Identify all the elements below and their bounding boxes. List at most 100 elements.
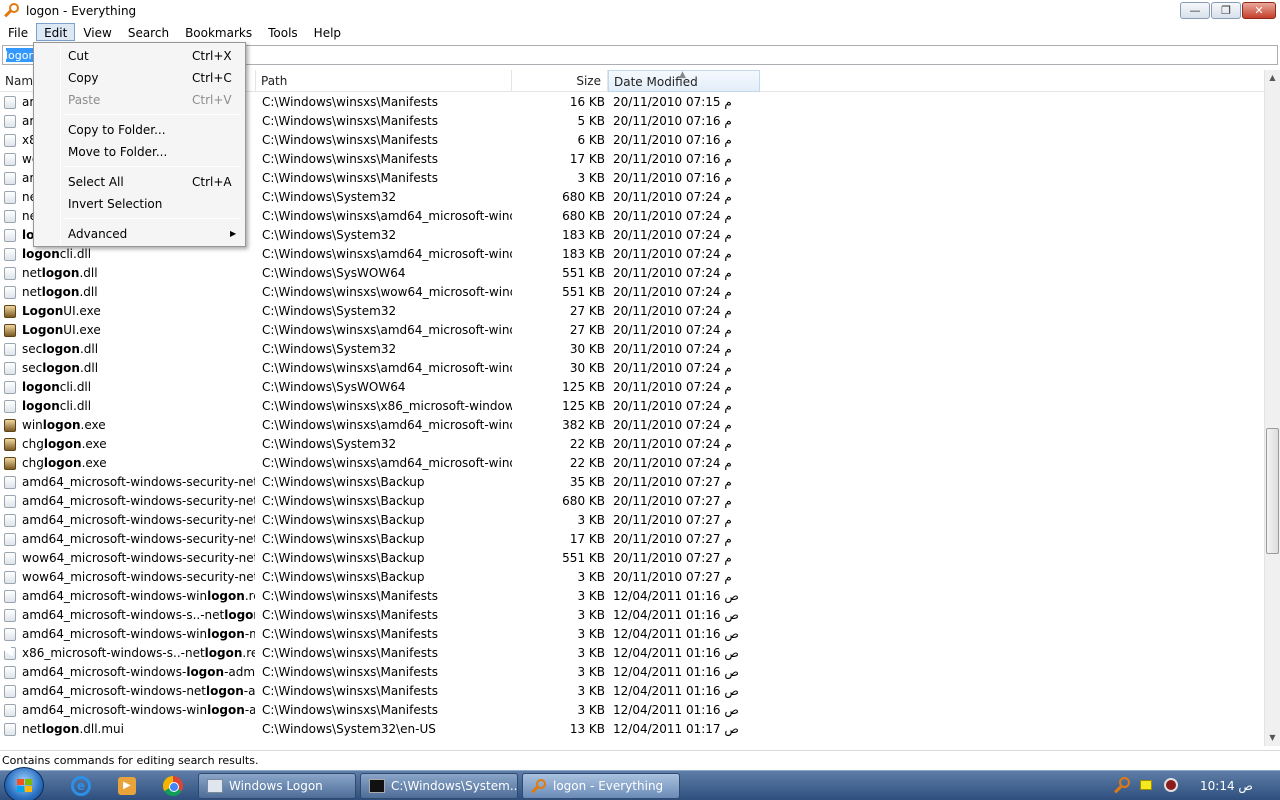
menu-item-select-all[interactable]: Select All Ctrl+A [36, 171, 243, 193]
close-button[interactable]: ✕ [1242, 2, 1276, 19]
taskbar-windows-logon[interactable]: Windows Logon [198, 773, 356, 799]
date-modified: 20/11/2010 07:27 م [613, 494, 732, 508]
column-size[interactable]: Size [512, 70, 608, 92]
scroll-down-icon[interactable]: ▼ [1265, 730, 1280, 746]
window-icon [207, 779, 223, 793]
chrome-icon[interactable] [160, 774, 186, 798]
file-icon [4, 207, 18, 226]
table-row[interactable]: amd64_microsoft-windows-security-netlo..… [0, 492, 1264, 511]
date-modified: 12/04/2011 01:16 ص [613, 703, 739, 717]
file-icon [4, 492, 18, 511]
menu-item-invert-selection[interactable]: Invert Selection [36, 193, 243, 215]
windows-logo-icon [17, 779, 33, 793]
table-row[interactable]: amd64_microsoft-windows-netlogon-ad... C:… [0, 682, 1264, 701]
file-size: 35 KB [569, 475, 605, 489]
security-tray-icon[interactable] [1164, 776, 1180, 796]
table-row[interactable]: amd64_microsoft-windows-s..-netlogon.r..… [0, 606, 1264, 625]
date-modified: 20/11/2010 07:27 م [613, 551, 732, 565]
date-modified: 12/04/2011 01:16 ص [613, 627, 739, 641]
file-icon [4, 359, 18, 378]
menu-edit[interactable]: Edit [36, 23, 76, 41]
menu-help[interactable]: Help [306, 23, 349, 41]
edit-menu-dropdown: Cut Ctrl+X Copy Ctrl+C Paste Ctrl+V Copy to Fo… [33, 42, 246, 247]
table-row[interactable]: wow64_microsoft-windows-security-netlo..… [0, 549, 1264, 568]
menu-item-copy[interactable]: Copy Ctrl+C [36, 67, 243, 89]
menu-file[interactable]: File [0, 23, 36, 41]
title-bar: logon - Everything — ❐ ✕ [0, 0, 1280, 22]
submenu-arrow-icon: ▶ [230, 229, 237, 238]
file-size: 3 KB [577, 608, 605, 622]
file-icon [4, 283, 18, 302]
menu-item-move-to-folder[interactable]: Move to Folder... [36, 141, 243, 163]
internet-explorer-icon[interactable]: e [68, 774, 94, 798]
file-name: amd64_microsoft-windows-winlogon-ad... [22, 703, 255, 717]
file-name: chglogon.exe [22, 437, 107, 451]
file-name: wow64_microsoft-windows-security-netlo..… [22, 551, 255, 565]
maximize-button[interactable]: ❐ [1211, 2, 1241, 19]
table-row[interactable]: amd64_microsoft-windows-security-netlo..… [0, 511, 1264, 530]
menu-item-copy-to-folder[interactable]: Copy to Folder... [36, 119, 243, 141]
notes-tray-icon[interactable] [1140, 776, 1154, 796]
table-row[interactable]: netlogon.dll C:\Windows\winsxs\wow64_micr… [0, 283, 1264, 302]
vertical-scrollbar[interactable]: ▲ ▼ [1264, 70, 1280, 746]
file-icon [4, 682, 18, 701]
file-path: C:\Windows\winsxs\amd64_microsoft-windo.… [262, 361, 512, 375]
file-size: 13 KB [569, 722, 605, 736]
file-path: C:\Windows\winsxs\amd64_microsoft-windo.… [262, 418, 512, 432]
table-row[interactable]: seclogon.dll C:\Windows\winsxs\amd64_micr… [0, 359, 1264, 378]
table-row[interactable]: chglogon.exe C:\Windows\winsxs\amd64_micr… [0, 454, 1264, 473]
everything-icon [531, 779, 547, 794]
menu-tools[interactable]: Tools [260, 23, 306, 41]
column-date-modified[interactable]: Date Modified ▲ [608, 70, 760, 92]
table-row[interactable]: netlogon.dll.mui C:\Windows\System32\en-U… [0, 720, 1264, 739]
file-path: C:\Windows\winsxs\Backup [262, 494, 425, 508]
file-path: C:\Windows\winsxs\Manifests [262, 133, 438, 147]
table-row[interactable]: LogonUI.exe C:\Windows\System32 27 KB 20/11… [0, 302, 1264, 321]
start-button[interactable] [4, 767, 44, 800]
menu-item-label: Copy [68, 71, 99, 85]
file-name: seclogon.dll [22, 361, 99, 375]
table-row[interactable]: logoncli.dll C:\Windows\winsxs\amd64_micr… [0, 245, 1264, 264]
scroll-up-icon[interactable]: ▲ [1265, 70, 1280, 86]
file-icon [4, 663, 18, 682]
table-row[interactable]: chglogon.exe C:\Windows\System32 22 KB 20/1… [0, 435, 1264, 454]
file-name: LogonUI.exe [22, 304, 101, 318]
table-row[interactable]: amd64_microsoft-windows-logon-adm.re... C… [0, 663, 1264, 682]
console-icon [369, 779, 385, 793]
column-path[interactable]: Path [256, 70, 512, 92]
table-row[interactable]: winlogon.exe C:\Windows\winsxs\amd64_micr… [0, 416, 1264, 435]
file-path: C:\Windows\winsxs\Backup [262, 551, 425, 565]
clock[interactable]: 10:14 ص [1200, 771, 1260, 800]
table-row[interactable]: seclogon.dll C:\Windows\System32 30 KB 20/1… [0, 340, 1264, 359]
menu-item-cut[interactable]: Cut Ctrl+X [36, 45, 243, 67]
table-row[interactable]: LogonUI.exe C:\Windows\winsxs\amd64_micro… [0, 321, 1264, 340]
table-row[interactable]: amd64_microsoft-windows-winlogon-mo... C:… [0, 625, 1264, 644]
table-row[interactable]: amd64_microsoft-windows-winlogon.res... C… [0, 587, 1264, 606]
table-row[interactable]: amd64_microsoft-windows-winlogon-ad... C:… [0, 701, 1264, 720]
table-row[interactable]: logoncli.dll C:\Windows\winsxs\x86_micros… [0, 397, 1264, 416]
table-row[interactable]: logoncli.dll C:\Windows\SysWOW64 125 KB 20/… [0, 378, 1264, 397]
table-row[interactable]: x86_microsoft-windows-s..-netlogon.reso.… [0, 644, 1264, 663]
minimize-button[interactable]: — [1180, 2, 1210, 19]
menu-item-advanced[interactable]: Advanced ▶ [36, 223, 243, 245]
table-row[interactable]: wow64_microsoft-windows-security-netlo..… [0, 568, 1264, 587]
menu-bookmarks[interactable]: Bookmarks [177, 23, 260, 41]
table-row[interactable]: amd64_microsoft-windows-security-netlo..… [0, 473, 1264, 492]
everything-tray-icon[interactable] [1114, 776, 1132, 796]
file-size: 680 KB [562, 494, 605, 508]
taskbar-command-prompt[interactable]: C:\Windows\System... [360, 773, 518, 799]
file-icon [4, 245, 18, 264]
file-size: 680 KB [562, 209, 605, 223]
table-row[interactable]: amd64_microsoft-windows-security-netlo..… [0, 530, 1264, 549]
media-player-icon[interactable]: ▶ [114, 774, 140, 798]
menu-search[interactable]: Search [120, 23, 177, 41]
taskbar-everything[interactable]: logon - Everything [522, 773, 680, 799]
file-path: C:\Windows\SysWOW64 [262, 380, 406, 394]
table-row[interactable]: netlogon.dll C:\Windows\SysWOW64 551 KB 20/… [0, 264, 1264, 283]
menu-view[interactable]: View [75, 23, 119, 41]
scroll-thumb[interactable] [1266, 428, 1279, 554]
file-path: C:\Windows\System32 [262, 437, 397, 451]
file-icon [4, 568, 18, 587]
file-name: wow64_microsoft-windows-security-netlo..… [22, 570, 255, 584]
file-size: 30 KB [569, 342, 605, 356]
